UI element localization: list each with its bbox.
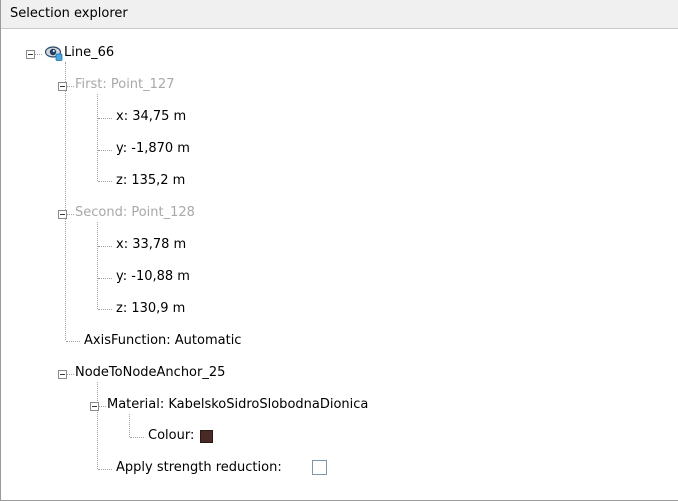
collapse-second-point-button[interactable] — [58, 210, 67, 219]
tree-node-material[interactable]: Material: KabelskoSidroSlobodnaDionica — [107, 397, 368, 412]
tree-node-second-point[interactable]: Second: Point_128 — [75, 205, 195, 220]
colour-label: Colour: — [148, 428, 195, 443]
collapse-first-point-button[interactable] — [58, 82, 67, 91]
strength-reduction-checkbox[interactable] — [312, 460, 327, 475]
tree-guide-line — [66, 374, 74, 375]
tree-guide-line — [98, 278, 112, 279]
collapse-root-button[interactable] — [26, 50, 35, 59]
eye-icon — [44, 45, 63, 61]
tree-node-axis-function[interactable]: AxisFunction: Automatic — [84, 333, 241, 348]
tree-guide-line — [66, 86, 74, 87]
collapse-anchor-button[interactable] — [58, 370, 67, 379]
tree-guide-line — [98, 469, 112, 470]
tree-guide-line — [98, 181, 112, 182]
tree-guide-line — [130, 437, 144, 438]
tree-guide-line — [97, 222, 98, 309]
colour-swatch[interactable] — [200, 430, 213, 443]
selection-explorer-panel: Selection explorer Line_66 First: Point_… — [0, 0, 678, 501]
tree-node-anchor[interactable]: NodeToNodeAnchor_25 — [75, 365, 225, 380]
strength-reduction-label: Apply strength reduction: — [116, 460, 282, 475]
collapse-material-button[interactable] — [90, 402, 99, 411]
panel-title: Selection explorer — [10, 6, 128, 21]
second-point-y[interactable]: y: -10,88 m — [116, 269, 190, 284]
tree-guide-line — [66, 214, 74, 215]
selection-tree: Line_66 First: Point_127 x: 34,75 m y: -… — [1, 29, 678, 500]
first-point-x[interactable]: x: 34,75 m — [116, 109, 186, 124]
first-point-y[interactable]: y: -1,870 m — [116, 141, 190, 156]
tree-node-line[interactable]: Line_66 — [64, 45, 114, 60]
tree-guide-line — [98, 150, 112, 151]
tree-guide-line — [97, 382, 98, 469]
tree-node-first-point[interactable]: First: Point_127 — [75, 77, 174, 92]
second-point-x[interactable]: x: 33,78 m — [116, 237, 186, 252]
tree-guide-line — [129, 414, 130, 437]
tree-guide-line — [97, 94, 98, 181]
tree-guide-line — [98, 118, 112, 119]
tree-guide-line — [66, 341, 80, 342]
tree-guide-line — [98, 406, 106, 407]
tree-guide-line — [98, 246, 112, 247]
second-point-z[interactable]: z: 130,9 m — [116, 301, 185, 316]
panel-header: Selection explorer — [1, 0, 678, 29]
first-point-z[interactable]: z: 135,2 m — [116, 173, 185, 188]
tree-guide-line — [34, 54, 42, 55]
tree-guide-line — [98, 309, 112, 310]
tree-guide-line — [65, 62, 66, 340]
